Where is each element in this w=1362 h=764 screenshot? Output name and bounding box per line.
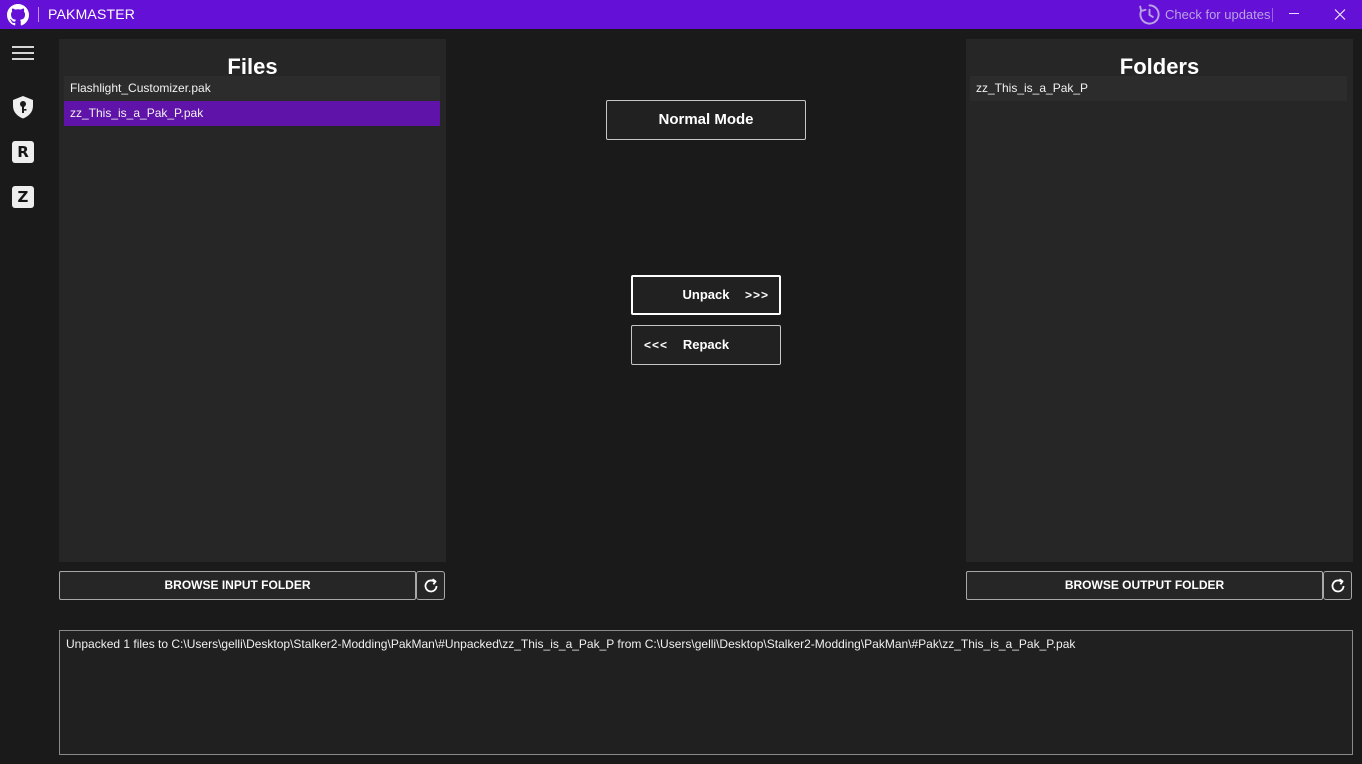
refresh-output-button[interactable] (1323, 571, 1352, 600)
unpack-arrows: >>> (744, 288, 769, 302)
log-output[interactable]: Unpacked 1 files to C:\Users\gelli\Deskt… (59, 630, 1353, 755)
repack-label: Repack (682, 337, 730, 352)
folders-panel: Folders zz_This_is_a_Pak_P (966, 39, 1353, 562)
hamburger-icon (12, 46, 34, 48)
titlebar-separator (1272, 8, 1273, 22)
check-updates-link[interactable]: Check for updates (1165, 7, 1271, 22)
update-clock-icon[interactable] (1138, 3, 1161, 26)
side-nav: R Z (0, 29, 49, 764)
refresh-input-button[interactable] (416, 571, 445, 600)
app-title: PAKMASTER (48, 6, 136, 22)
r-mode-button[interactable]: R (9, 138, 37, 166)
github-icon[interactable] (7, 4, 29, 26)
mode-toggle-button[interactable]: Normal Mode (606, 100, 806, 140)
refresh-icon (424, 578, 438, 593)
key-nav-button[interactable] (9, 93, 37, 121)
minimize-icon (1289, 13, 1299, 14)
file-list-item-selected[interactable]: zz_This_is_a_Pak_P.pak (64, 101, 440, 126)
minimize-button[interactable] (1282, 0, 1306, 29)
hamburger-icon-line (12, 58, 34, 60)
unpack-label: Unpack (682, 287, 730, 302)
hamburger-menu-button[interactable] (9, 39, 37, 67)
files-panel: Files Flashlight_Customizer.pak zz_This_… (59, 39, 446, 562)
hamburger-icon-line (12, 52, 34, 54)
repack-button[interactable]: <<< Repack (631, 325, 781, 365)
file-list-item[interactable]: Flashlight_Customizer.pak (64, 76, 440, 101)
unpack-button[interactable]: Unpack >>> (631, 275, 781, 315)
close-icon (1334, 9, 1346, 20)
z-badge: Z (12, 186, 34, 208)
log-text: Unpacked 1 files to C:\Users\gelli\Deskt… (66, 637, 1076, 651)
repack-arrows: <<< (644, 338, 669, 352)
title-bar: PAKMASTER Check for updates (0, 0, 1362, 29)
browse-output-folder-button[interactable]: BROWSE OUTPUT FOLDER (966, 571, 1323, 600)
close-button[interactable] (1326, 0, 1354, 29)
z-mode-button[interactable]: Z (9, 183, 37, 211)
r-badge: R (12, 141, 34, 163)
refresh-icon (1331, 578, 1345, 593)
browse-input-folder-button[interactable]: BROWSE INPUT FOLDER (59, 571, 416, 600)
title-separator (38, 7, 39, 22)
key-shield-icon (13, 96, 33, 119)
folder-list-item[interactable]: zz_This_is_a_Pak_P (970, 76, 1347, 101)
